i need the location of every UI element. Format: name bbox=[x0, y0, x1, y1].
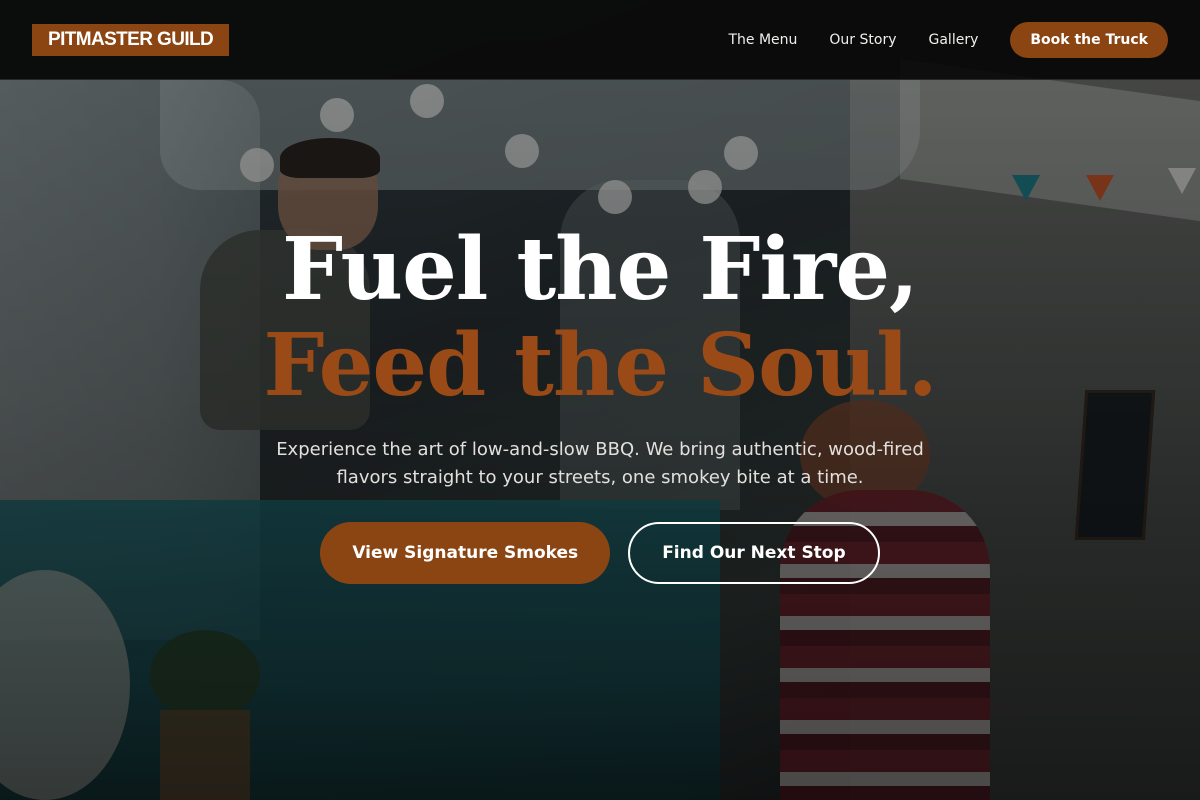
headline-line-1: Fuel the Fire, bbox=[282, 219, 919, 320]
find-next-stop-button[interactable]: Find Our Next Stop bbox=[628, 522, 880, 584]
hero-actions: View Signature Smokes Find Our Next Stop bbox=[0, 522, 1200, 584]
nav-link-gallery[interactable]: Gallery bbox=[929, 32, 979, 48]
brand-logo[interactable]: PITMASTER GUILD bbox=[32, 23, 230, 56]
top-navigation-bar: PITMASTER GUILD The Menu Our Story Galle… bbox=[0, 0, 1200, 80]
view-signature-smokes-button[interactable]: View Signature Smokes bbox=[320, 522, 611, 584]
hero-subtitle: Experience the art of low-and-slow BBQ. … bbox=[276, 439, 924, 488]
hero-content: Fuel the Fire, Feed the Soul. Experience… bbox=[0, 222, 1200, 584]
nav-link-the-menu[interactable]: The Menu bbox=[728, 32, 797, 48]
hero-headline: Fuel the Fire, Feed the Soul. bbox=[0, 222, 1200, 414]
headline-line-2: Feed the Soul. bbox=[263, 315, 937, 416]
nav-links: The Menu Our Story Gallery Book the Truc… bbox=[696, 21, 1168, 58]
nav-link-our-story[interactable]: Our Story bbox=[829, 32, 896, 48]
book-the-truck-button[interactable]: Book the Truck bbox=[1010, 21, 1168, 58]
